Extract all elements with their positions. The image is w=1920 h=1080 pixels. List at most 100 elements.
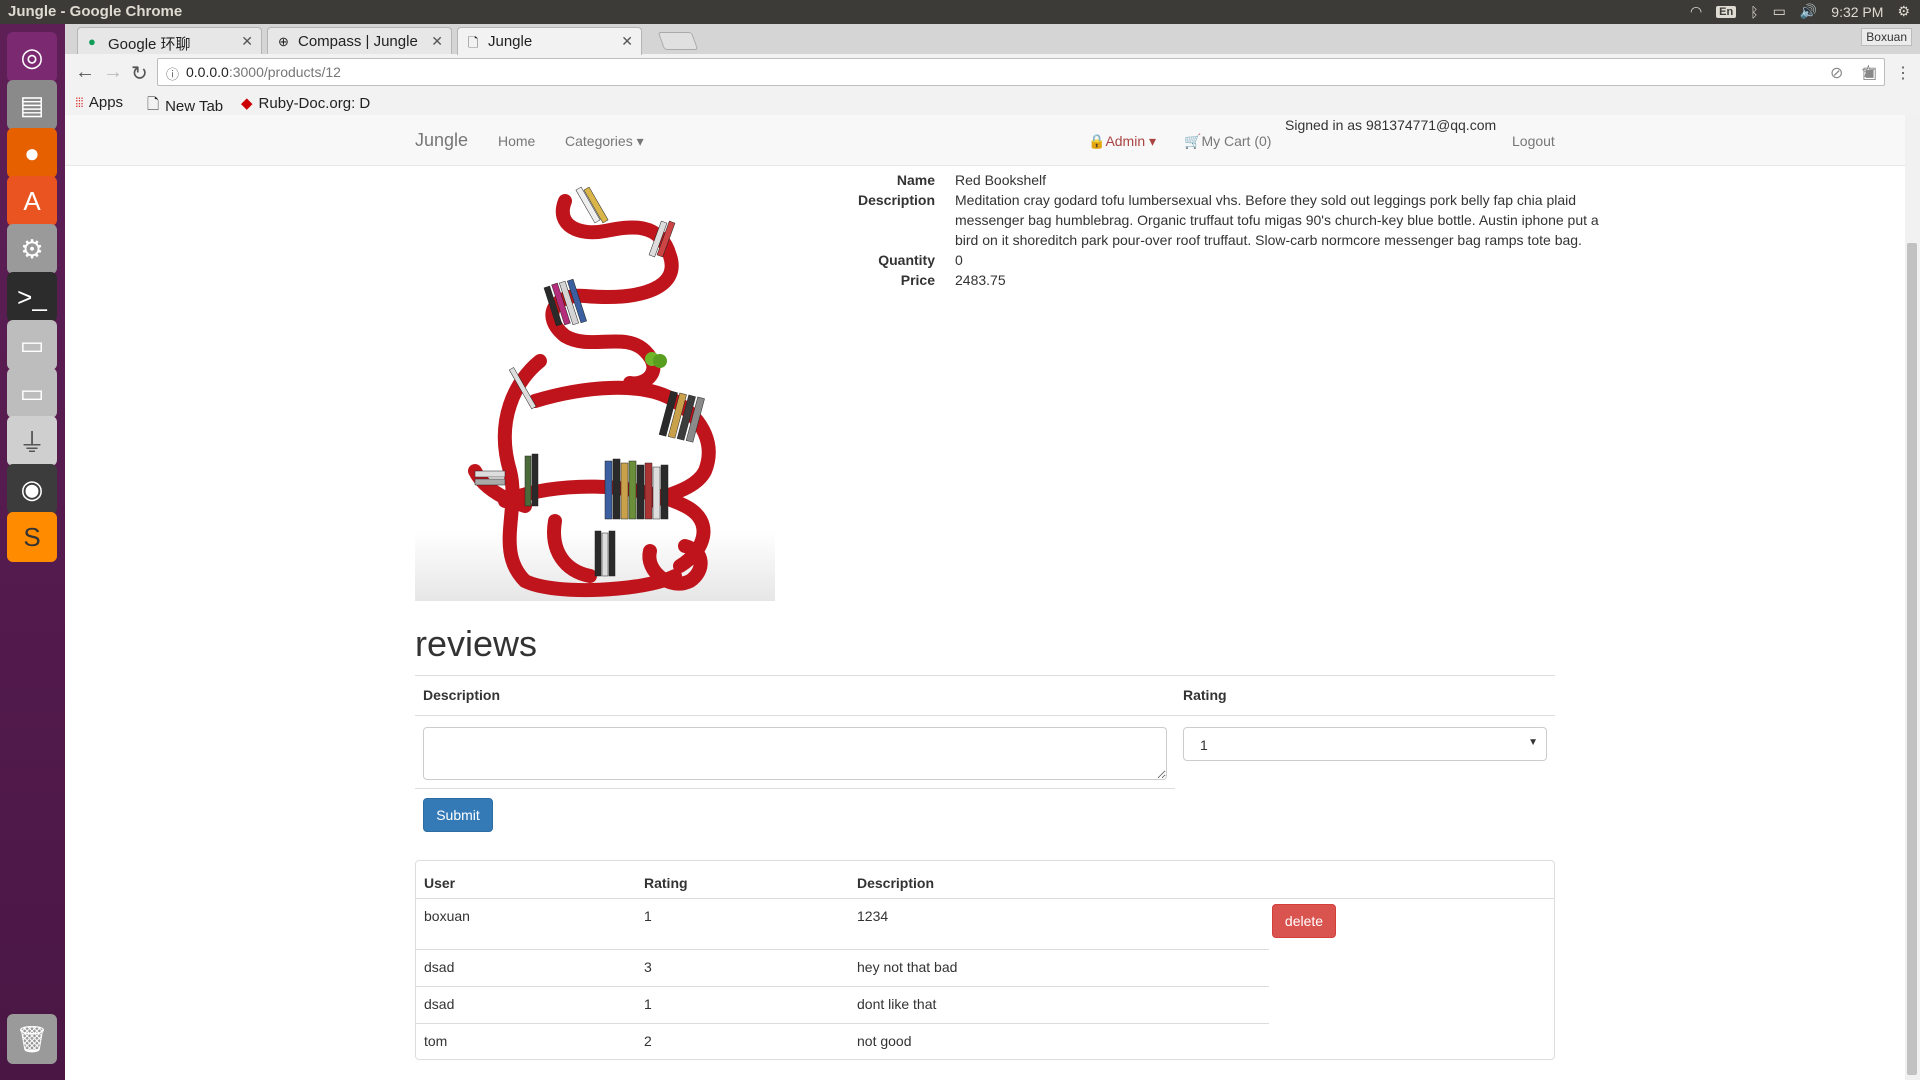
table-row: dsad 1 dont like that xyxy=(416,986,1269,1023)
info-icon[interactable]: ⓘ xyxy=(166,64,179,83)
signed-in-text: Signed in as 981374771@qq.com xyxy=(1285,117,1497,133)
red-bookshelf-illustration xyxy=(415,186,775,601)
bookmark-label: Apps xyxy=(88,94,124,111)
rating-select-value: 1 xyxy=(1200,737,1208,753)
drive-icon[interactable]: ▭ xyxy=(7,368,57,418)
files-icon[interactable]: ▤ xyxy=(7,80,57,130)
table-row: tom 2 not good xyxy=(416,1023,1269,1060)
browser-toolbar: ← → ↻ ⓘ 0.0.0.0:3000/products/12 ☆ ⊘ ▣ ⋮ xyxy=(65,54,1920,90)
volume-icon[interactable]: 🔊 xyxy=(1800,3,1817,20)
detail-label: Name xyxy=(896,172,935,188)
review-user: dsad xyxy=(424,959,455,975)
chrome-icon[interactable]: ◉ xyxy=(7,464,57,514)
form-description-header: Description xyxy=(415,675,1175,716)
close-icon[interactable]: ✕ xyxy=(621,33,633,50)
review-description: not good xyxy=(857,1033,912,1049)
close-icon[interactable]: ✕ xyxy=(241,33,253,50)
system-tray: ◠ En ᛒ ▭ 🔊 9:32 PM ⚙ xyxy=(1690,3,1910,20)
product-price: 2483.75 xyxy=(955,272,1006,288)
scrollbar-thumb[interactable] xyxy=(1907,243,1917,1075)
reviews-table: User Rating Description boxuan 1 1234 de… xyxy=(415,860,1555,1060)
address-bar[interactable]: ⓘ 0.0.0.0:3000/products/12 ☆ xyxy=(157,58,1885,86)
forward-icon[interactable]: → xyxy=(103,61,123,84)
review-description-input[interactable] xyxy=(423,727,1167,780)
window-title: Jungle - Google Chrome xyxy=(8,3,183,20)
column-header-description: Description xyxy=(857,875,935,891)
tab-google-hangouts[interactable]: ● Google 环聊 ✕ xyxy=(77,27,262,54)
hangouts-icon: ● xyxy=(88,34,96,49)
brand-link[interactable]: Jungle xyxy=(415,130,468,151)
nav-admin-label: Admin xyxy=(1105,133,1146,149)
review-description: hey not that bad xyxy=(857,959,958,975)
review-description: dont like that xyxy=(857,996,937,1012)
detail-price-row: Price 2483.75 xyxy=(755,270,1625,290)
divider xyxy=(415,788,1175,789)
nav-home[interactable]: Home xyxy=(498,133,535,149)
chevron-down-icon: ▼ xyxy=(1528,737,1538,748)
reviews-heading: reviews xyxy=(415,623,538,664)
close-icon[interactable]: ✕ xyxy=(431,33,443,50)
settings-gear-icon[interactable]: ⚙ xyxy=(1897,3,1910,20)
nav-cart[interactable]: 🛒My Cart (0) xyxy=(1184,133,1271,150)
detail-quantity-row: Quantity 0 xyxy=(755,250,1625,270)
trash-icon[interactable]: 🗑 xyxy=(7,1014,57,1064)
tab-strip: ● Google 环聊 ✕ ⊕ Compass | Jungle ✕ 🗋 Jun… xyxy=(65,24,1920,55)
detail-label: Price xyxy=(900,272,935,288)
tab-jungle[interactable]: 🗋 Jungle ✕ xyxy=(457,27,642,55)
new-tab-button[interactable] xyxy=(657,32,699,50)
review-user: tom xyxy=(424,1033,448,1049)
reload-icon[interactable]: ↻ xyxy=(131,61,148,86)
drive-icon[interactable]: ▭ xyxy=(7,320,57,370)
sublime-text-icon[interactable]: S xyxy=(7,512,57,562)
extension-icon[interactable]: ⊘ xyxy=(1830,63,1843,83)
web-page: Jungle Home Categories ▾ 🔒Admin ▾ 🛒My Ca… xyxy=(65,115,1920,1080)
tab-label: Google 环聊 xyxy=(108,36,191,53)
review-user: boxuan xyxy=(424,908,470,924)
compass-icon: ⊕ xyxy=(278,34,289,49)
battery-icon[interactable]: ▭ xyxy=(1773,3,1786,20)
browser-chrome: ● Google 环聊 ✕ ⊕ Compass | Jungle ✕ 🗋 Jun… xyxy=(65,24,1920,115)
menu-kebab-icon[interactable]: ⋮ xyxy=(1895,63,1911,83)
caret-down-icon: ▾ xyxy=(1149,133,1157,149)
review-rating: 1 xyxy=(644,908,652,924)
bookmark-ruby-doc[interactable]: ◆ Ruby-Doc.org: D xyxy=(241,94,371,113)
submit-review-button[interactable]: Submit xyxy=(423,798,493,832)
software-center-icon[interactable]: A xyxy=(7,176,57,226)
url-path: :3000/products/12 xyxy=(228,64,341,80)
cast-icon[interactable]: ▣ xyxy=(1862,63,1877,83)
nav-categories-dropdown[interactable]: Categories ▾ xyxy=(565,133,644,150)
unity-launcher: ◎ ▤ ● A ⚙ >_ ▭ ▭ ⏚ ◉ S 🗑 xyxy=(0,24,65,1080)
column-header-rating: Rating xyxy=(644,875,688,891)
bookmarks-bar: ⁞⁞⁞ Apps 🗋 New Tab ◆ Ruby-Doc.org: D xyxy=(65,90,1920,115)
table-row: dsad 3 hey not that bad xyxy=(416,949,1269,986)
product-quantity: 0 xyxy=(955,252,963,268)
column-header-user: User xyxy=(424,875,456,891)
bookmark-apps[interactable]: ⁞⁞⁞ Apps xyxy=(75,94,123,111)
keyboard-layout-indicator[interactable]: En xyxy=(1716,5,1737,18)
ruby-icon: ◆ xyxy=(241,95,253,112)
caret-down-icon: ▾ xyxy=(636,133,644,149)
bluetooth-icon[interactable]: ᛒ xyxy=(1750,4,1758,20)
clock[interactable]: 9:32 PM xyxy=(1831,4,1883,20)
product-details: Name Red Bookshelf Description Meditatio… xyxy=(755,170,1625,290)
usb-drive-icon[interactable]: ⏚ xyxy=(7,416,57,466)
cart-icon: 🛒 xyxy=(1184,133,1202,149)
profile-button[interactable]: Boxuan xyxy=(1861,28,1912,46)
bookmark-label: Ruby-Doc.org: D xyxy=(258,94,371,112)
nav-categories-label: Categories xyxy=(565,133,633,149)
tab-label: Compass | Jungle xyxy=(298,33,418,50)
firefox-icon[interactable]: ● xyxy=(7,128,57,178)
ubuntu-dash-icon[interactable]: ◎ xyxy=(7,32,57,82)
review-rating: 1 xyxy=(644,996,652,1012)
rating-select[interactable]: 1 ▼ xyxy=(1183,727,1547,761)
nav-logout[interactable]: Logout xyxy=(1512,133,1555,149)
wifi-icon[interactable]: ◠ xyxy=(1690,3,1702,20)
nav-admin-dropdown[interactable]: 🔒Admin ▾ xyxy=(1088,133,1156,150)
os-top-bar: Jungle - Google Chrome ◠ En ᛒ ▭ 🔊 9:32 P… xyxy=(0,0,1920,24)
tab-compass-jungle[interactable]: ⊕ Compass | Jungle ✕ xyxy=(267,27,452,54)
system-settings-icon[interactable]: ⚙ xyxy=(7,224,57,274)
review-description: 1234 xyxy=(857,908,889,924)
terminal-icon[interactable]: >_ xyxy=(7,272,57,322)
delete-review-button[interactable]: delete xyxy=(1272,904,1336,938)
back-icon[interactable]: ← xyxy=(75,61,95,84)
